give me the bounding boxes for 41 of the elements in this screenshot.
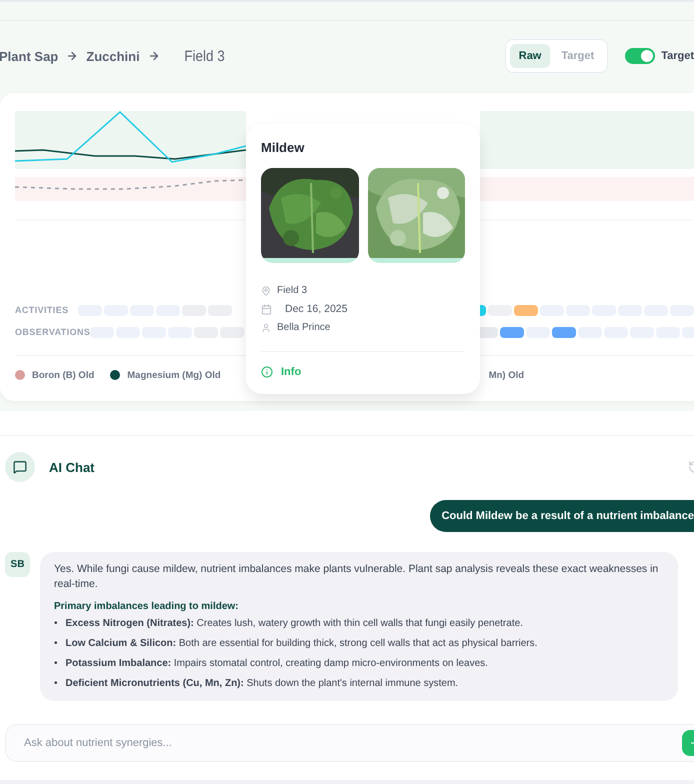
info-icon	[261, 366, 273, 378]
arrow-right-icon	[66, 50, 78, 62]
target-switch[interactable]	[625, 48, 656, 64]
arrow-right-icon	[148, 50, 160, 62]
chat-icon	[5, 452, 35, 482]
bullet-marker: •	[54, 617, 58, 631]
legend-label: Mn) Old	[488, 370, 524, 380]
timeline-slot[interactable]	[526, 326, 550, 338]
detail-text: Field 3	[277, 285, 308, 296]
timeline-slot[interactable]	[552, 326, 576, 338]
timeline-slot[interactable]	[220, 326, 244, 338]
bullet-marker: •	[54, 637, 58, 651]
message-heading: Primary imbalances leading to mildew:	[54, 600, 240, 613]
switch-label: Target	[661, 50, 694, 62]
chat-input[interactable]: Ask about nutrient synergies...	[5, 724, 694, 762]
field-selector[interactable]: Field 3	[184, 48, 224, 64]
legend-label: Magnesium (Mg) Old	[127, 370, 221, 380]
detail-text: Bella Prince	[277, 322, 330, 333]
message-text: Yes. While fungi cause mildew, nutrient imbalances make plants vulnerable. Plant sap analysis reveals these exact weaknesses in real-time.	[54, 562, 660, 592]
breadcrumb-link[interactable]: Zucchini	[86, 48, 140, 64]
popover-title: Mildew	[261, 140, 306, 155]
bullet-marker: •	[54, 677, 58, 691]
calendar-icon	[261, 304, 272, 314]
user-message: Could Mildew be a result of a nutrient imbalance	[430, 500, 694, 532]
bullet-point: Deficient Micronutrients (Cu, Mn, Zn): Shuts down the plant's internal immune system.	[66, 677, 458, 691]
chat-title: AI Chat	[49, 460, 96, 474]
timeline-slot[interactable]	[514, 304, 538, 316]
timeline-slot[interactable]	[500, 326, 524, 338]
bullet-point: Excess Nitrogen (Nitrates): Creates lush, watery growth with thin cell walls that fungi easily penetrate.	[66, 617, 523, 631]
detail-text: Dec 16, 2025	[285, 303, 348, 315]
breadcrumb-link[interactable]: Plant Sap	[0, 48, 58, 64]
avatar: SB	[5, 552, 30, 577]
toggle-option[interactable]: Raw	[510, 44, 550, 68]
bullet-point: Potassium Imbalance: Impairs stomatal control, creating damp micro-environments on leaves.	[66, 657, 488, 671]
timeline-label: ACTIVITIES	[15, 305, 70, 315]
timeline-label: OBSERVATIONS	[15, 327, 90, 337]
bullet-marker: •	[54, 657, 58, 671]
legend-label: Boron (B) Old	[32, 370, 94, 380]
pin-icon	[261, 286, 271, 296]
person-icon	[261, 322, 271, 332]
bullet-point: Low Calcium & Silicon: Both are essential for building thick, strong cell walls that act as physical barriers.	[66, 637, 538, 651]
